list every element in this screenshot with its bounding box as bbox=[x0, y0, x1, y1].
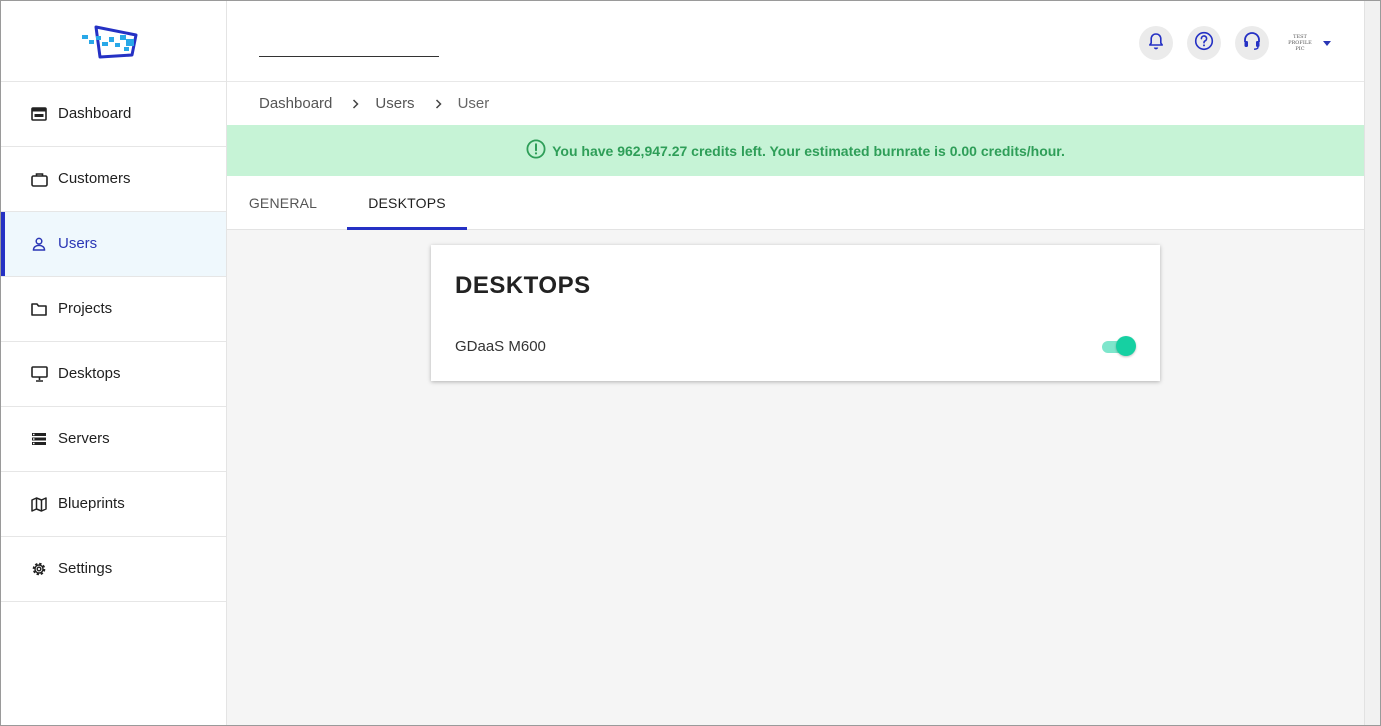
sidebar-item-blueprints[interactable]: Blueprints bbox=[1, 472, 226, 537]
main-content: DESKTOPS GDaaS M600 bbox=[227, 230, 1364, 725]
folder-icon bbox=[30, 300, 48, 318]
tab-bar: GENERAL DESKTOPS bbox=[227, 176, 1364, 230]
top-header: TEST PROFILE PIC bbox=[227, 1, 1364, 82]
help-icon bbox=[1194, 31, 1214, 56]
credits-banner: You have 962,947.27 credits left. Your e… bbox=[227, 125, 1364, 176]
sidebar-item-customers[interactable]: Customers bbox=[1, 147, 226, 212]
sidebar-item-label: Settings bbox=[58, 560, 113, 577]
support-button[interactable] bbox=[1235, 26, 1269, 60]
sidebar-item-users[interactable]: Users bbox=[1, 212, 226, 277]
sidebar-item-desktops[interactable]: Desktops bbox=[1, 342, 226, 407]
chevron-right-icon bbox=[352, 98, 359, 109]
user-icon bbox=[30, 235, 48, 253]
server-icon bbox=[30, 430, 48, 448]
desktops-card: DESKTOPS GDaaS M600 bbox=[431, 245, 1160, 381]
chevron-right-icon bbox=[435, 98, 442, 109]
breadcrumb-dashboard[interactable]: Dashboard bbox=[259, 95, 332, 112]
card-title: DESKTOPS bbox=[455, 272, 591, 299]
sidebar-item-settings[interactable]: Settings bbox=[1, 537, 226, 602]
tab-desktops[interactable]: DESKTOPS bbox=[347, 176, 467, 230]
tab-label: GENERAL bbox=[248, 194, 318, 211]
desktop-name: GDaaS M600 bbox=[455, 338, 546, 355]
help-button[interactable] bbox=[1187, 26, 1221, 60]
dashboard-icon bbox=[30, 105, 48, 123]
caret-down-icon bbox=[1323, 40, 1331, 46]
sidebar-item-label: Projects bbox=[58, 300, 113, 317]
breadcrumb-users[interactable]: Users bbox=[375, 95, 414, 112]
breadcrumb-user: User bbox=[457, 95, 490, 112]
sidebar-item-label: Blueprints bbox=[58, 495, 125, 512]
sidebar-item-label: Users bbox=[58, 235, 98, 252]
tab-general[interactable]: GENERAL bbox=[227, 176, 339, 229]
tab-label: DESKTOPS bbox=[368, 194, 446, 211]
toggle-knob bbox=[1116, 336, 1136, 356]
profile-menu[interactable]: TEST PROFILE PIC bbox=[1287, 31, 1335, 55]
sidebar-item-label: Customers bbox=[58, 170, 131, 187]
logo-icon bbox=[81, 25, 137, 59]
briefcase-icon bbox=[30, 170, 48, 188]
map-icon bbox=[30, 495, 48, 513]
sidebar: Dashboard Customers Users Projects Deskt… bbox=[1, 1, 227, 725]
sidebar-item-projects[interactable]: Projects bbox=[1, 277, 226, 342]
monitor-icon bbox=[30, 365, 48, 383]
logo[interactable] bbox=[1, 1, 226, 82]
info-circle-icon bbox=[526, 139, 552, 162]
sidebar-item-label: Servers bbox=[58, 430, 110, 447]
avatar: TEST PROFILE PIC bbox=[1288, 34, 1312, 52]
headset-icon bbox=[1242, 31, 1262, 56]
sidebar-item-servers[interactable]: Servers bbox=[1, 407, 226, 472]
notifications-button[interactable] bbox=[1139, 26, 1173, 60]
desktop-toggle[interactable] bbox=[1100, 335, 1138, 357]
sidebar-item-label: Desktops bbox=[58, 365, 121, 382]
credits-message: You have 962,947.27 credits left. Your e… bbox=[552, 142, 1065, 159]
sidebar-item-label: Dashboard bbox=[58, 105, 132, 122]
bell-icon bbox=[1148, 32, 1164, 55]
gear-icon bbox=[30, 560, 48, 578]
scrollbar[interactable] bbox=[1364, 1, 1380, 725]
breadcrumb: Dashboard Users User bbox=[227, 82, 1364, 125]
sidebar-item-dashboard[interactable]: Dashboard bbox=[1, 82, 226, 147]
app-window: Dashboard Customers Users Projects Deskt… bbox=[0, 0, 1381, 726]
header-underline bbox=[259, 56, 439, 57]
